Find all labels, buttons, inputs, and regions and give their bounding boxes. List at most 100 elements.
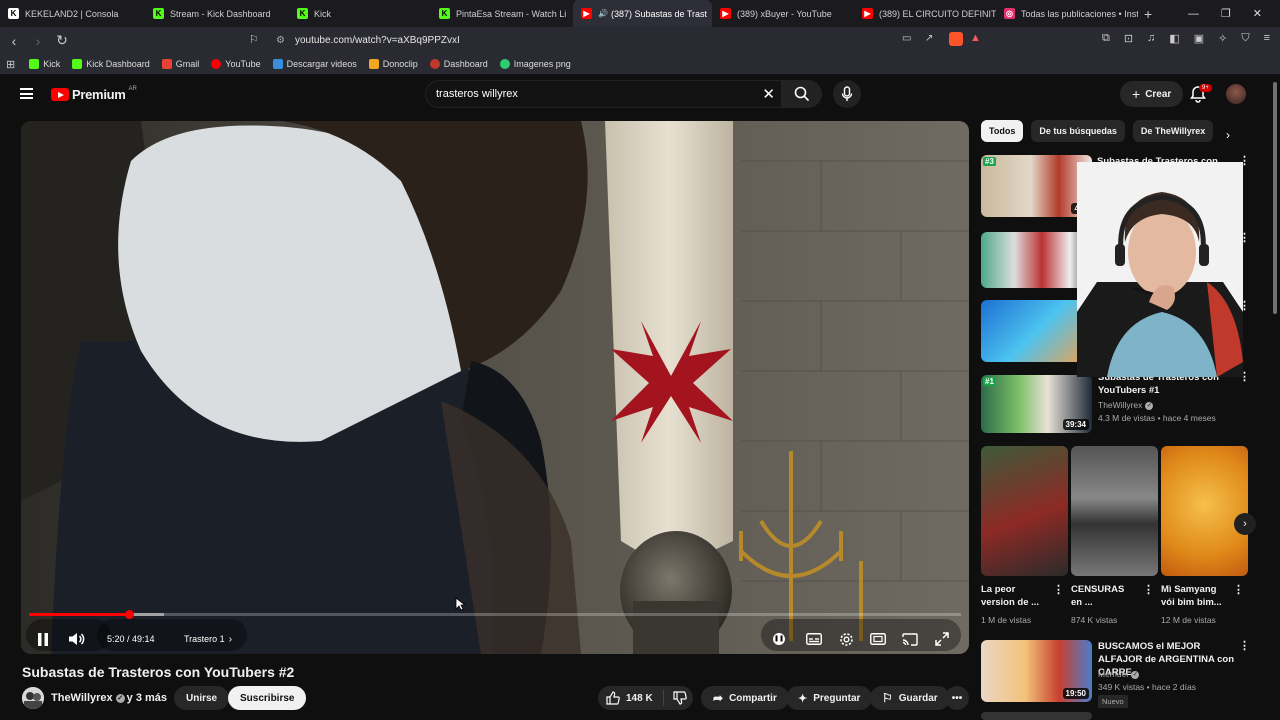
chip-de-thewillyrex[interactable]: De TheWillyrex	[1132, 120, 1214, 142]
short-title[interactable]: La peor version de ...	[981, 583, 1045, 609]
back-icon[interactable]: ‹	[4, 33, 24, 49]
dislike-button[interactable]	[673, 691, 687, 705]
shorts-next-button[interactable]: ›	[1234, 513, 1256, 535]
youtube-icon: ▶	[862, 8, 873, 19]
channel-avatar[interactable]	[22, 687, 44, 709]
bookmark-kick-dashboard[interactable]: Kick Dashboard	[72, 59, 150, 69]
short-thumbnail[interactable]	[1161, 446, 1248, 576]
create-button[interactable]: + Crear	[1120, 81, 1184, 107]
account-avatar[interactable]	[1226, 84, 1246, 104]
channel-name-row[interactable]: TheWillyrex ✓ y 3 más	[51, 692, 167, 704]
chip-todos[interactable]: Todos	[981, 120, 1024, 142]
wallet-icon[interactable]: ▣	[1194, 32, 1204, 45]
bookmark-youtube[interactable]: YouTube	[211, 59, 261, 69]
maximize-icon[interactable]: ❐	[1221, 7, 1231, 20]
cast-icon[interactable]: ▭	[902, 33, 911, 44]
apps-grid-icon[interactable]: ⊞	[6, 58, 15, 71]
chip-de-tus-busquedas[interactable]: De tus búsquedas	[1031, 120, 1125, 142]
bookmark-kick[interactable]: Kick	[29, 59, 60, 69]
related-video-meta: 349 K vistas • hace 2 días	[1098, 682, 1196, 692]
browser-tab[interactable]: K PintaEsa Stream - Watch Li	[431, 0, 573, 27]
voice-search-button[interactable]	[833, 80, 861, 108]
bookmark-descargar-videos[interactable]: Descargar videos	[272, 59, 357, 69]
cast-button[interactable]	[902, 629, 918, 649]
brave-shield-icon[interactable]	[949, 32, 963, 46]
more-options-icon[interactable]: ⋮	[1233, 585, 1244, 596]
search-input[interactable]: trasteros willyrex ✕	[425, 80, 782, 108]
share-icon[interactable]: ↗	[925, 33, 933, 44]
scrollbar-thumb[interactable]	[1273, 82, 1277, 314]
extensions-icon[interactable]: ⧉	[1102, 32, 1110, 45]
settings-button[interactable]	[839, 629, 854, 649]
menu-icon[interactable]: ≡	[1264, 32, 1270, 45]
bookmark-donoclip[interactable]: Donoclip	[368, 59, 418, 69]
browser-tab[interactable]: ▶(389) EL CIRCUITO DEFINITIVO	[854, 0, 996, 27]
related-video-thumbnail[interactable]: #3 47:	[981, 155, 1092, 217]
streamer-webcam-overlay	[1077, 162, 1243, 377]
related-video-thumbnail[interactable]	[981, 232, 1092, 288]
browser-tab[interactable]: K KEKELAND2 | Consola	[0, 0, 145, 27]
chapter-button[interactable]: Trastero 1 ›	[184, 629, 232, 649]
forward-icon[interactable]: ›	[28, 33, 48, 49]
youtube-premium-logo[interactable]: Premium AR	[51, 86, 137, 102]
hamburger-menu-icon[interactable]	[20, 88, 33, 99]
screenshot-icon[interactable]: ⊡	[1124, 32, 1133, 45]
page-scrollbar[interactable]	[1272, 76, 1278, 316]
related-video-thumbnail[interactable]: #1 39:34	[981, 375, 1092, 433]
like-dislike-group: 148 K	[598, 686, 693, 710]
ask-button[interactable]: ✦ Preguntar	[786, 686, 873, 710]
subscribe-button[interactable]: Suscribirse	[228, 686, 307, 710]
more-options-icon[interactable]: ⋮	[1053, 585, 1064, 596]
related-video-thumbnail[interactable]	[981, 712, 1092, 720]
related-video-channel[interactable]: TheWillyrex ✓	[1098, 399, 1155, 411]
more-options-icon[interactable]: ⋮	[1239, 641, 1250, 652]
save-button[interactable]: ⚐ Guardar	[870, 686, 950, 710]
join-button[interactable]: Unirse	[174, 686, 230, 710]
minimize-icon[interactable]: —	[1188, 8, 1199, 20]
like-button[interactable]: 148 K	[606, 691, 653, 705]
related-video-thumbnail[interactable]	[981, 300, 1092, 362]
bookmark-dashboard[interactable]: Dashboard	[429, 59, 488, 69]
autoplay-toggle[interactable]: ❚❚	[773, 629, 785, 649]
browser-tab[interactable]: ▶ (389) xBuyer - YouTube	[712, 0, 854, 27]
fullscreen-button[interactable]	[935, 629, 949, 649]
url-field[interactable]: ⚙ youtube.com/watch?v=aXBq9PPZvxI	[270, 30, 990, 51]
share-button[interactable]: ➦ Compartir	[701, 686, 789, 710]
short-title[interactable]: Mì Samyang vói bim bim...	[1161, 583, 1227, 609]
clear-search-icon[interactable]: ✕	[762, 85, 775, 103]
bookmark-imagenes-png[interactable]: Imagenes png	[499, 59, 571, 69]
related-video-thumbnail[interactable]: 19:50	[981, 640, 1092, 702]
short-thumbnail[interactable]	[981, 446, 1068, 576]
bookmark-icon[interactable]: ⚐	[249, 33, 259, 46]
new-tab-icon[interactable]: +	[1144, 6, 1152, 22]
pause-button[interactable]	[37, 629, 49, 649]
video-progress-bar[interactable]	[29, 610, 961, 619]
theater-mode-button[interactable]	[870, 629, 886, 649]
music-icon[interactable]: ♫	[1147, 32, 1155, 45]
short-thumbnail[interactable]	[1071, 446, 1158, 576]
kick-icon: K	[297, 8, 308, 19]
site-info-icon[interactable]: ⚙	[276, 35, 285, 46]
browser-tab-active[interactable]: ▶🔊(387) Subastas de Trast✕	[573, 0, 712, 27]
short-views: 12 M de vistas	[1161, 615, 1216, 625]
related-video-channel[interactable]: Memuel ✓	[1098, 668, 1141, 680]
browser-tab[interactable]: K Stream - Kick Dashboard	[145, 0, 289, 27]
browser-tab[interactable]: ◎ Todas las publicaciones • Insta	[996, 0, 1138, 27]
browser-tab[interactable]: K Kick	[289, 0, 431, 27]
video-player[interactable]: 5:20 / 49:14 Trastero 1 › ❚❚	[21, 121, 969, 654]
search-button[interactable]	[782, 80, 822, 108]
chips-next-icon[interactable]: ›	[1226, 128, 1230, 142]
bookmark-gmail[interactable]: Gmail	[161, 59, 199, 69]
subtitles-button[interactable]	[806, 629, 822, 649]
volume-button[interactable]	[68, 629, 86, 649]
brave-rewards-icon[interactable]: ▲	[970, 32, 981, 44]
leo-icon[interactable]: ✧	[1218, 32, 1227, 45]
volume-icon	[69, 633, 85, 645]
close-window-icon[interactable]: ✕	[1253, 7, 1262, 20]
reload-icon[interactable]: ↻	[52, 32, 72, 49]
short-title[interactable]: CENSURAS en ...	[1071, 583, 1135, 609]
more-options-icon[interactable]: ⋮	[1143, 585, 1154, 596]
vpn-icon[interactable]: ⛉	[1241, 32, 1249, 45]
more-actions-button[interactable]: •••	[945, 686, 969, 710]
sidebar-icon[interactable]: ◧	[1169, 32, 1179, 45]
